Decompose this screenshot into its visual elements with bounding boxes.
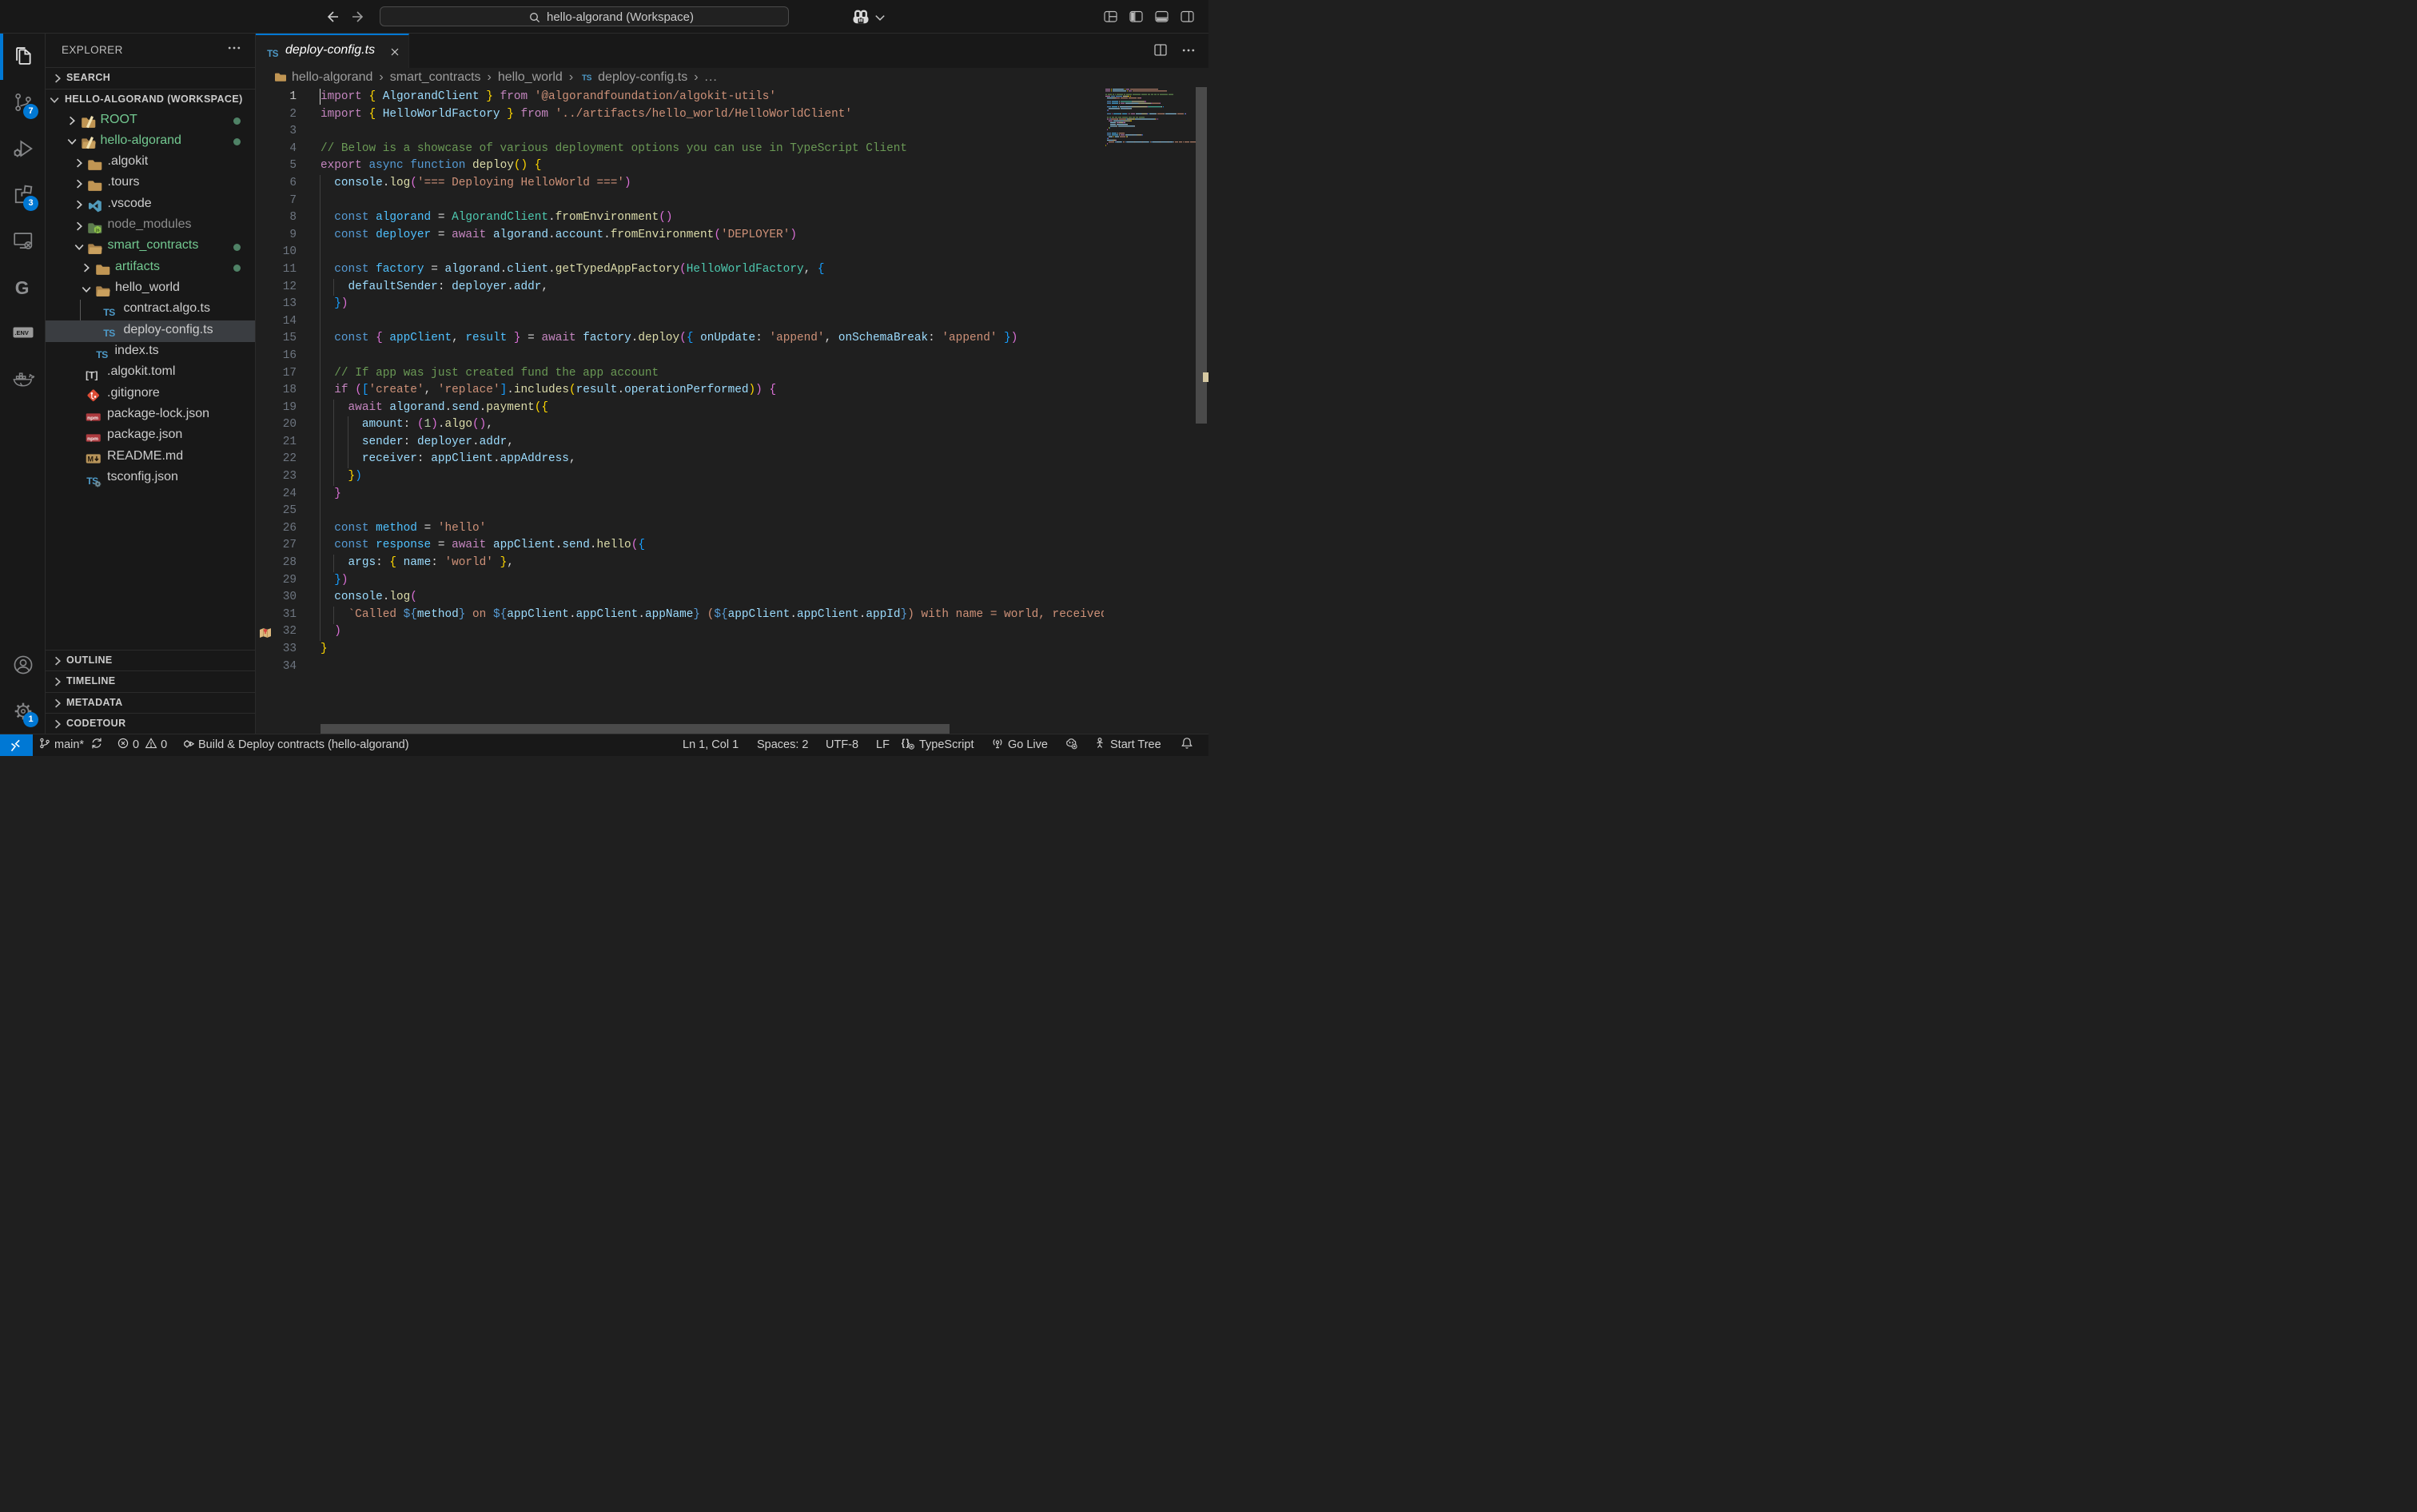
svg-text:npm: npm xyxy=(87,416,98,421)
svg-text:TS: TS xyxy=(582,74,592,82)
svg-text:TS: TS xyxy=(103,328,115,339)
svg-text:M: M xyxy=(87,456,94,464)
svg-text:npm: npm xyxy=(87,436,98,442)
svg-text:js: js xyxy=(95,228,100,233)
svg-text:TS: TS xyxy=(103,307,115,318)
svg-text:TS: TS xyxy=(267,50,279,59)
svg-text:.ENV: .ENV xyxy=(14,330,28,337)
svg-text:[T]: [T] xyxy=(86,370,98,381)
svg-text:TS: TS xyxy=(96,349,108,360)
svg-text:G: G xyxy=(14,277,29,298)
svg-text:{: { xyxy=(902,738,906,749)
